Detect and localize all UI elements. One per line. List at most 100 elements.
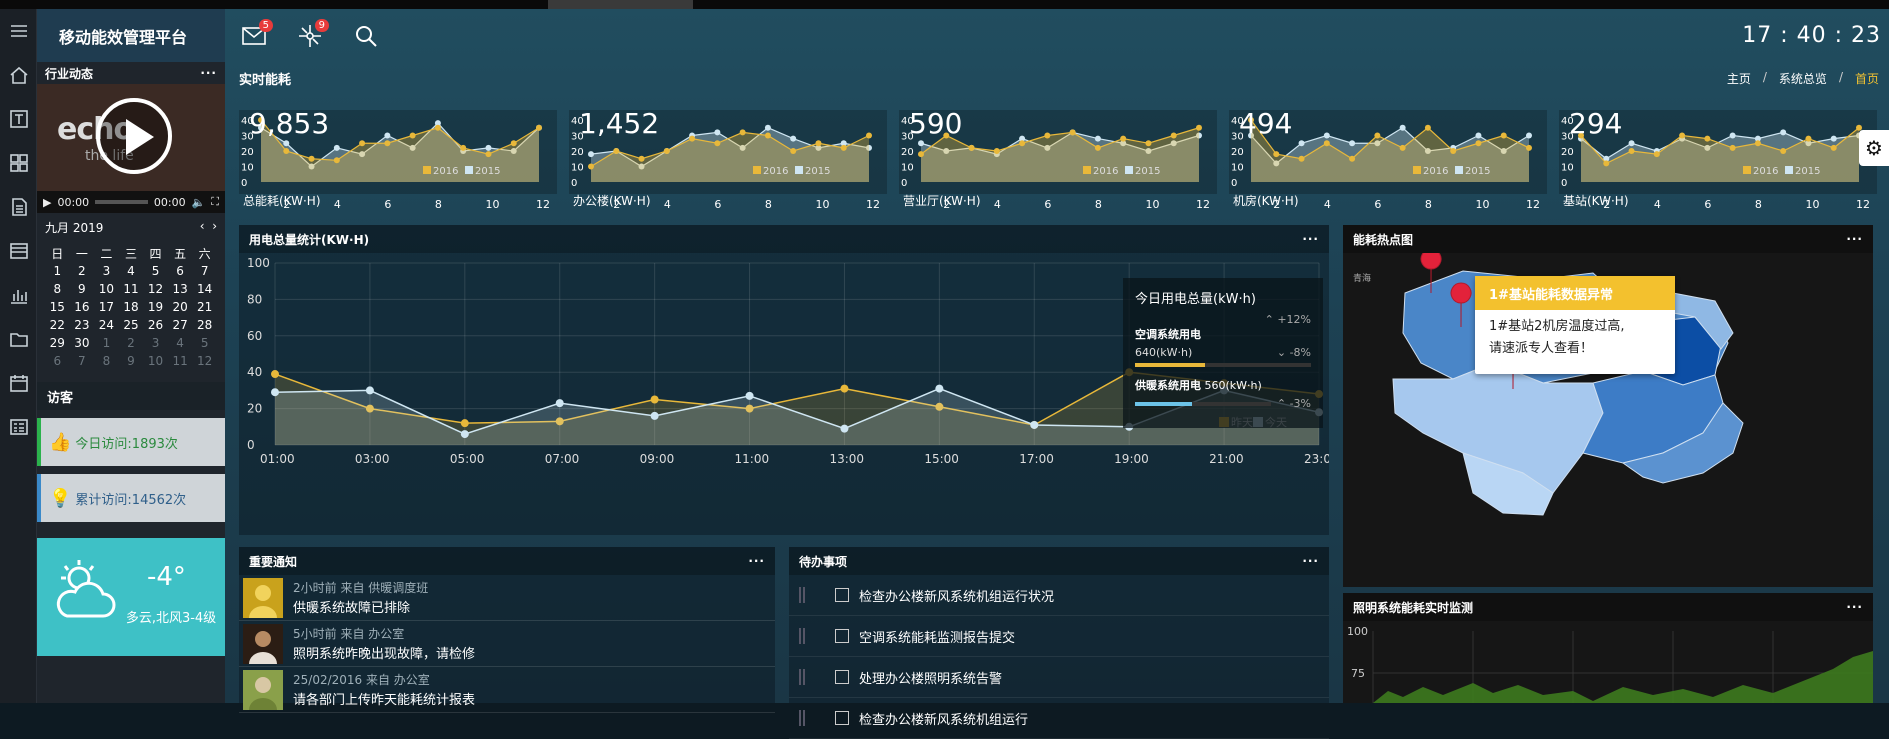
calendar-day[interactable]: 5 — [143, 262, 168, 280]
calendar-day[interactable]: 13 — [168, 280, 193, 298]
notice-item[interactable]: 5小时前 来自 办公室 照明系统昨晚出现故障，请检修 — [239, 621, 775, 667]
calendar-day[interactable]: 30 — [70, 334, 95, 352]
data-point[interactable] — [840, 424, 849, 433]
search-button[interactable] — [351, 21, 381, 51]
calendar-icon[interactable] — [0, 361, 37, 405]
notice-item[interactable]: 2小时前 来自 供暖调度班 供暖系统故障已排除 — [239, 575, 775, 621]
video-seekbar[interactable] — [95, 200, 148, 204]
calendar-day[interactable]: 26 — [143, 316, 168, 334]
calendar-day[interactable]: 9 — [119, 352, 144, 370]
data-point[interactable] — [650, 395, 659, 404]
calendar-day[interactable]: 23 — [70, 316, 95, 334]
mini-point — [1704, 135, 1711, 142]
data-point[interactable] — [271, 370, 279, 379]
list-icon[interactable] — [0, 229, 37, 273]
text-icon[interactable] — [0, 97, 37, 141]
grid-icon[interactable] — [0, 141, 37, 185]
alert-button[interactable]: 9 — [295, 18, 329, 51]
calendar-day[interactable]: 4 — [168, 334, 193, 352]
mini-point — [308, 155, 315, 162]
drag-handle-icon[interactable] — [799, 587, 805, 603]
calendar-day[interactable]: 6 — [45, 352, 70, 370]
calendar-day[interactable]: 17 — [94, 298, 119, 316]
calendar-day[interactable]: 28 — [192, 316, 217, 334]
home-icon[interactable] — [0, 53, 37, 97]
calendar-day[interactable]: 9 — [70, 280, 95, 298]
data-point[interactable] — [1030, 420, 1039, 429]
data-point[interactable] — [365, 386, 374, 395]
notice-item[interactable]: 25/02/2016 来自 办公室 请各部门上传昨天能耗统计报表 — [239, 667, 775, 713]
browser-tab[interactable] — [548, 0, 693, 9]
play-small-icon[interactable]: ▶ — [43, 196, 51, 209]
todo-checkbox[interactable] — [835, 711, 849, 725]
calendar-day[interactable]: 3 — [143, 334, 168, 352]
report-icon[interactable] — [0, 405, 37, 449]
calendar-day[interactable]: 11 — [168, 352, 193, 370]
mail-button[interactable]: 5 — [239, 18, 273, 51]
calendar-day[interactable]: 22 — [45, 316, 70, 334]
calendar-day[interactable]: 5 — [192, 334, 217, 352]
data-point[interactable] — [271, 388, 279, 397]
more-icon[interactable]: ··· — [748, 554, 765, 568]
breadcrumb-home[interactable]: 主页 — [1727, 70, 1751, 87]
calendar-day[interactable]: 3 — [94, 262, 119, 280]
calendar-day[interactable]: 8 — [45, 280, 70, 298]
menu-icon[interactable] — [0, 9, 37, 53]
more-icon[interactable]: ··· — [1302, 232, 1319, 246]
calendar-day[interactable]: 25 — [119, 316, 144, 334]
settings-gear-icon[interactable]: ⚙ — [1859, 130, 1889, 166]
breadcrumb-overview[interactable]: 系统总览 — [1779, 70, 1827, 87]
calendar-day[interactable]: 12 — [192, 352, 217, 370]
calendar-day[interactable]: 16 — [70, 298, 95, 316]
calendar-day[interactable]: 8 — [94, 352, 119, 370]
calendar-day[interactable]: 10 — [143, 352, 168, 370]
alert-popup[interactable]: 1#基站能耗数据异常 1#基站2机房温度过高, 请速派专人查看！ — [1475, 276, 1675, 374]
data-point[interactable] — [650, 411, 659, 420]
data-point[interactable] — [840, 384, 849, 393]
more-icon[interactable]: ··· — [200, 66, 217, 80]
calendar-day[interactable]: 2 — [70, 262, 95, 280]
video-player[interactable]: echo the life — [37, 84, 225, 191]
chart-icon[interactable] — [0, 273, 37, 317]
data-point[interactable] — [460, 430, 469, 439]
todo-checkbox[interactable] — [835, 670, 849, 684]
prev-month-icon[interactable]: ‹ — [200, 219, 205, 233]
more-icon[interactable]: ··· — [1846, 600, 1863, 614]
data-point[interactable] — [745, 391, 754, 400]
calendar-day[interactable]: 7 — [192, 262, 217, 280]
data-point[interactable] — [460, 419, 469, 428]
calendar-day[interactable]: 10 — [94, 280, 119, 298]
document-icon[interactable] — [0, 185, 37, 229]
next-month-icon[interactable]: › — [212, 219, 217, 233]
calendar-day[interactable]: 24 — [94, 316, 119, 334]
calendar-day[interactable]: 6 — [168, 262, 193, 280]
calendar-day[interactable]: 14 — [192, 280, 217, 298]
calendar-day[interactable]: 18 — [119, 298, 144, 316]
calendar-day[interactable]: 4 — [119, 262, 144, 280]
fullscreen-icon[interactable]: ⛶ — [211, 195, 219, 209]
calendar-day[interactable]: 21 — [192, 298, 217, 316]
todo-checkbox[interactable] — [835, 588, 849, 602]
calendar-day[interactable]: 1 — [94, 334, 119, 352]
volume-icon[interactable]: 🔈 — [192, 196, 206, 209]
drag-handle-icon[interactable] — [799, 669, 805, 685]
calendar-day[interactable]: 2 — [119, 334, 144, 352]
data-point[interactable] — [555, 399, 564, 408]
todo-checkbox[interactable] — [835, 629, 849, 643]
calendar-day[interactable]: 1 — [45, 262, 70, 280]
more-icon[interactable]: ··· — [1302, 554, 1319, 568]
calendar-day[interactable]: 11 — [119, 280, 144, 298]
calendar-day[interactable]: 12 — [143, 280, 168, 298]
drag-handle-icon[interactable] — [799, 710, 805, 726]
calendar-day[interactable]: 29 — [45, 334, 70, 352]
drag-handle-icon[interactable] — [799, 628, 805, 644]
calendar-day[interactable]: 19 — [143, 298, 168, 316]
play-icon[interactable] — [96, 98, 172, 174]
folder-icon[interactable] — [0, 317, 37, 361]
calendar-day[interactable]: 27 — [168, 316, 193, 334]
calendar-day[interactable]: 15 — [45, 298, 70, 316]
more-icon[interactable]: ··· — [1846, 232, 1863, 246]
calendar-day[interactable]: 20 — [168, 298, 193, 316]
data-point[interactable] — [935, 384, 944, 393]
calendar-day[interactable]: 7 — [70, 352, 95, 370]
